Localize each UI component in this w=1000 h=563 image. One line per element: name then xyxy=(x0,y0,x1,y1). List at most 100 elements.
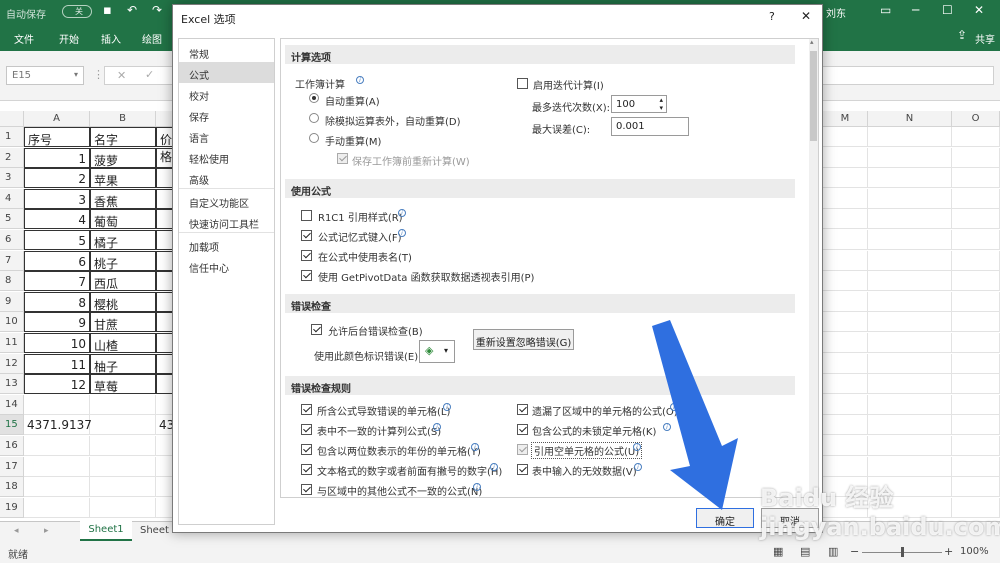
autosave-toggle[interactable]: 关 xyxy=(62,5,92,18)
table-cell[interactable] xyxy=(90,415,156,436)
radio-auto-label[interactable]: 自动重算(A) xyxy=(325,93,380,108)
rule-unlocked-label[interactable]: 包含公式的未锁定单元格(K) xyxy=(532,423,656,438)
table-cell[interactable] xyxy=(952,230,1000,250)
autocomplete-label[interactable]: 公式记忆式键入(F) xyxy=(318,229,402,244)
sheet-tab-sheet2[interactable]: Sheet xyxy=(140,523,169,536)
table-cell[interactable]: 序号 xyxy=(24,127,90,147)
table-cell[interactable] xyxy=(868,209,952,230)
checkbox-rule-errors[interactable] xyxy=(301,404,312,415)
maximize-icon[interactable]: ☐ xyxy=(942,3,953,17)
table-cell[interactable]: 甘蔗 xyxy=(90,312,156,333)
table-cell[interactable]: 1 xyxy=(24,147,90,168)
table-cell[interactable] xyxy=(952,271,1000,292)
checkbox-rule-inconsistent-column[interactable] xyxy=(301,424,312,435)
rule-invalid-data-label[interactable]: 表中输入的无效数据(V) xyxy=(532,463,637,478)
table-cell[interactable] xyxy=(952,312,1000,333)
getpivotdata-label[interactable]: 使用 GetPivotData 函数获取数据透视表引用(P) xyxy=(318,269,534,284)
table-cell[interactable] xyxy=(952,374,1000,395)
content-scrollbar[interactable]: ▴ xyxy=(809,38,818,497)
minimize-icon[interactable]: ─ xyxy=(912,3,919,17)
table-cell[interactable] xyxy=(868,394,952,415)
row-header[interactable]: 6 xyxy=(0,230,24,250)
row-header[interactable]: 17 xyxy=(0,456,24,477)
confirm-entry-icon[interactable]: ✓ xyxy=(145,68,154,81)
nav-accessibility[interactable]: 轻松使用 xyxy=(179,146,274,167)
zoom-level[interactable]: 100% xyxy=(960,546,989,557)
cancel-entry-icon[interactable]: ✕ xyxy=(117,69,126,82)
table-cell[interactable] xyxy=(868,312,952,333)
checkbox-rule-text-numbers[interactable] xyxy=(301,464,312,475)
reset-ignored-errors-button[interactable]: 重新设置忽略错误(G) xyxy=(473,329,574,350)
table-cell[interactable] xyxy=(90,477,156,498)
table-cell[interactable] xyxy=(952,127,1000,147)
r1c1-label[interactable]: R1C1 引用样式(R) xyxy=(318,209,403,224)
row-header[interactable]: 8 xyxy=(0,271,24,292)
table-cell[interactable]: 11 xyxy=(24,353,90,374)
nav-language[interactable]: 语言 xyxy=(179,125,274,146)
table-cell[interactable] xyxy=(868,333,952,353)
table-cell[interactable]: 香蕉 xyxy=(90,188,156,209)
table-cell[interactable] xyxy=(823,312,868,333)
iterative-label[interactable]: 启用迭代计算(I) xyxy=(533,77,604,92)
radio-auto[interactable] xyxy=(309,93,319,103)
table-cell[interactable]: 9 xyxy=(24,312,90,333)
table-cell[interactable] xyxy=(823,209,868,230)
nav-advanced[interactable]: 高级 xyxy=(179,167,274,188)
table-cell[interactable]: 8 xyxy=(24,291,90,312)
table-cell[interactable]: 3 xyxy=(24,188,90,209)
table-cell[interactable] xyxy=(823,147,868,168)
table-cell[interactable]: 10 xyxy=(24,333,90,353)
table-cell[interactable] xyxy=(868,147,952,168)
table-cell[interactable] xyxy=(90,497,156,518)
table-cell[interactable] xyxy=(24,394,90,415)
page-layout-icon[interactable]: ▤ xyxy=(800,545,810,558)
checkbox-rule-empty-cells[interactable] xyxy=(517,444,528,455)
table-cell[interactable] xyxy=(868,230,952,250)
row-header[interactable]: 10 xyxy=(0,312,24,333)
prev-sheet-icon[interactable]: ◂ xyxy=(14,526,19,536)
save-icon[interactable]: ▪ xyxy=(103,3,112,18)
max-change-input[interactable]: 0.001 xyxy=(611,117,689,136)
checkbox-rule-unlocked[interactable] xyxy=(517,424,528,435)
row-header[interactable]: 14 xyxy=(0,394,24,415)
spinner-icon[interactable]: ▴ ▾ xyxy=(659,96,663,112)
table-cell[interactable] xyxy=(952,353,1000,374)
checkbox-rule-omit-cells[interactable] xyxy=(517,404,528,415)
rule-empty-cells-label[interactable]: 引用空单元格的公式(U) xyxy=(531,442,643,459)
table-cell[interactable] xyxy=(823,250,868,271)
table-cell[interactable] xyxy=(823,374,868,395)
table-cell[interactable] xyxy=(823,353,868,374)
table-cell[interactable]: 柚子 xyxy=(90,353,156,374)
table-cell[interactable]: 名字 xyxy=(90,127,156,147)
share-button[interactable]: 共享 xyxy=(975,31,995,46)
column-header-a[interactable]: A xyxy=(24,111,90,127)
max-iter-input[interactable]: 100 ▴ ▾ xyxy=(611,95,667,113)
tab-file[interactable]: 文件 xyxy=(14,31,34,46)
table-cell[interactable]: 5 xyxy=(24,230,90,250)
rule-errors-label[interactable]: 所含公式导致错误的单元格(L) xyxy=(317,403,450,418)
table-cell[interactable] xyxy=(24,436,90,456)
table-cell[interactable] xyxy=(868,374,952,395)
bg-error-label[interactable]: 允许后台错误检查(B) xyxy=(328,323,423,338)
column-header-n[interactable]: N xyxy=(868,111,952,127)
rule-two-digit-year-label[interactable]: 包含以两位数表示的年份的单元格(Y) xyxy=(317,443,481,458)
checkbox-rule-two-digit-year[interactable] xyxy=(301,444,312,455)
table-cell[interactable] xyxy=(868,291,952,312)
table-cell[interactable] xyxy=(823,271,868,292)
table-cell[interactable]: 草莓 xyxy=(90,374,156,395)
table-cell[interactable] xyxy=(952,291,1000,312)
radio-manual[interactable] xyxy=(309,133,319,143)
nav-general[interactable]: 常规 xyxy=(179,41,274,62)
table-cell[interactable] xyxy=(952,168,1000,189)
scroll-up-icon[interactable]: ▴ xyxy=(810,38,814,46)
table-cell[interactable] xyxy=(952,394,1000,415)
table-cell[interactable]: 橘子 xyxy=(90,230,156,250)
table-cell[interactable]: 桃子 xyxy=(90,250,156,271)
table-cell[interactable] xyxy=(823,291,868,312)
zoom-slider-handle[interactable] xyxy=(901,547,904,557)
rule-inconsistent-column-label[interactable]: 表中不一致的计算列公式(S) xyxy=(317,423,441,438)
checkbox-getpivotdata[interactable] xyxy=(301,270,312,281)
table-cell[interactable] xyxy=(952,415,1000,436)
checkbox-iterative[interactable] xyxy=(517,78,528,89)
row-header[interactable]: 1 xyxy=(0,127,24,147)
